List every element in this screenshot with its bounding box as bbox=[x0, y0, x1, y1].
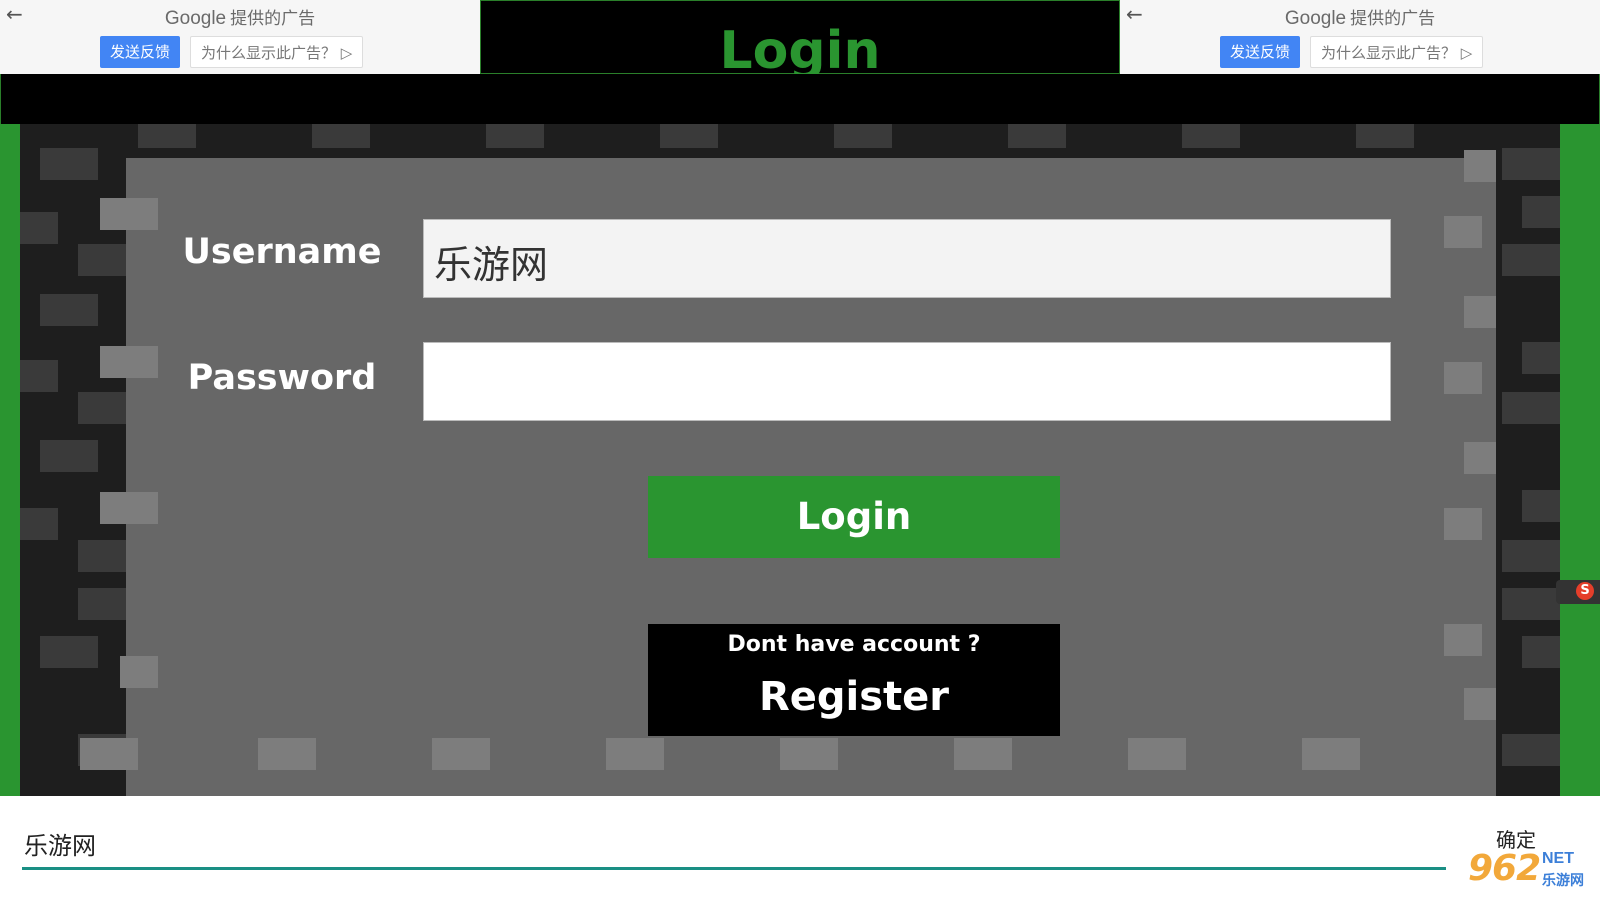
password-label: Password bbox=[187, 358, 377, 398]
ad-banner-right[interactable]: ← Google 提供的广告 发送反馈 为什么显示此广告？ ▷ bbox=[1120, 0, 1600, 74]
stone-block bbox=[954, 738, 1012, 770]
stone-block bbox=[1502, 588, 1560, 620]
stone-block bbox=[1128, 738, 1186, 770]
stone-block bbox=[1522, 636, 1560, 668]
stone-block bbox=[40, 440, 98, 472]
ad-attribution: Google 提供的广告 bbox=[1120, 4, 1600, 30]
sogou-ime-floating-bar[interactable]: S bbox=[1556, 580, 1600, 604]
stone-block bbox=[40, 294, 98, 326]
stone-block bbox=[1356, 124, 1414, 148]
stone-block bbox=[20, 508, 58, 540]
stone-block bbox=[100, 492, 158, 524]
stone-block bbox=[120, 656, 158, 688]
ad-attribution: Google 提供的广告 bbox=[0, 4, 480, 30]
stone-block bbox=[1444, 624, 1482, 656]
page-title: Login bbox=[719, 21, 881, 81]
watermark-cn: 乐游网 bbox=[1542, 873, 1584, 889]
register-label: Register bbox=[758, 674, 950, 720]
stone-block bbox=[1444, 508, 1482, 540]
ime-text-value: 乐游网 bbox=[24, 832, 96, 860]
stone-block bbox=[1502, 244, 1560, 276]
ad-provided-label: 提供的广告 bbox=[230, 9, 316, 29]
stone-block bbox=[1464, 150, 1496, 182]
why-this-ad-button[interactable]: 为什么显示此广告？ ▷ bbox=[190, 36, 364, 68]
stone-block bbox=[1008, 124, 1066, 148]
ime-text-field[interactable]: 乐游网 bbox=[22, 818, 1446, 870]
stone-block bbox=[100, 346, 158, 378]
watermark-number: 962 bbox=[1468, 848, 1541, 889]
why-this-ad-label: 为什么显示此广告？ bbox=[1321, 44, 1457, 62]
stone-block bbox=[1444, 216, 1482, 248]
stone-block bbox=[138, 124, 196, 148]
register-button[interactable]: Dont have account ? Register bbox=[648, 624, 1060, 736]
sogou-icon: S bbox=[1576, 582, 1594, 600]
ad-provided-label: 提供的广告 bbox=[1350, 9, 1436, 29]
stone-block bbox=[432, 738, 490, 770]
why-this-ad-button[interactable]: 为什么显示此广告？ ▷ bbox=[1310, 36, 1484, 68]
stone-block bbox=[486, 124, 544, 148]
stone-block bbox=[1464, 296, 1496, 328]
username-label: Username bbox=[182, 232, 382, 272]
stone-block bbox=[606, 738, 664, 770]
stone-block bbox=[1522, 196, 1560, 228]
game-area: Username Password 乐游网 Login Dont have ac… bbox=[0, 124, 1600, 796]
stone-block bbox=[1502, 540, 1560, 572]
stone-block bbox=[1444, 362, 1482, 394]
stone-block bbox=[1464, 442, 1496, 474]
stone-block bbox=[258, 738, 316, 770]
stone-block bbox=[660, 124, 718, 148]
stone-block bbox=[40, 148, 98, 180]
stone-block bbox=[20, 360, 58, 392]
stone-block bbox=[834, 124, 892, 148]
stone-block bbox=[1302, 738, 1360, 770]
username-input[interactable]: 乐游网 bbox=[423, 219, 1391, 298]
why-this-ad-label: 为什么显示此广告？ bbox=[201, 44, 337, 62]
title-bar: Login bbox=[480, 0, 1120, 81]
send-feedback-button[interactable]: 发送反馈 bbox=[1220, 36, 1301, 68]
stone-block bbox=[40, 636, 98, 668]
username-value: 乐游网 bbox=[434, 243, 549, 287]
header-band bbox=[0, 74, 1600, 124]
watermark-logo: 962 NET 乐游网 bbox=[1462, 848, 1596, 896]
watermark-net: NET bbox=[1542, 850, 1574, 867]
stone-block bbox=[1522, 342, 1560, 374]
stone-block bbox=[1502, 392, 1560, 424]
adchoices-icon: ▷ bbox=[340, 44, 353, 62]
register-prompt: Dont have account ? bbox=[727, 632, 981, 657]
login-button[interactable]: Login bbox=[648, 476, 1060, 558]
stone-block bbox=[1522, 490, 1560, 522]
send-feedback-button[interactable]: 发送反馈 bbox=[100, 36, 181, 68]
google-label: Google bbox=[164, 8, 227, 29]
stone-block bbox=[1502, 734, 1560, 766]
stone-block bbox=[780, 738, 838, 770]
stone-block bbox=[20, 212, 58, 244]
stone-block bbox=[100, 198, 158, 230]
stone-block bbox=[1182, 124, 1240, 148]
password-input[interactable] bbox=[423, 342, 1391, 421]
google-label: Google bbox=[1284, 8, 1347, 29]
stone-block bbox=[1464, 688, 1496, 720]
stone-block bbox=[80, 738, 138, 770]
ime-input-bar: 乐游网 确定 bbox=[0, 796, 1600, 900]
stone-block bbox=[312, 124, 370, 148]
ad-banner-left[interactable]: ← Google 提供的广告 发送反馈 为什么显示此广告？ ▷ bbox=[0, 0, 480, 74]
adchoices-icon: ▷ bbox=[1460, 44, 1473, 62]
stone-block bbox=[1502, 148, 1560, 180]
